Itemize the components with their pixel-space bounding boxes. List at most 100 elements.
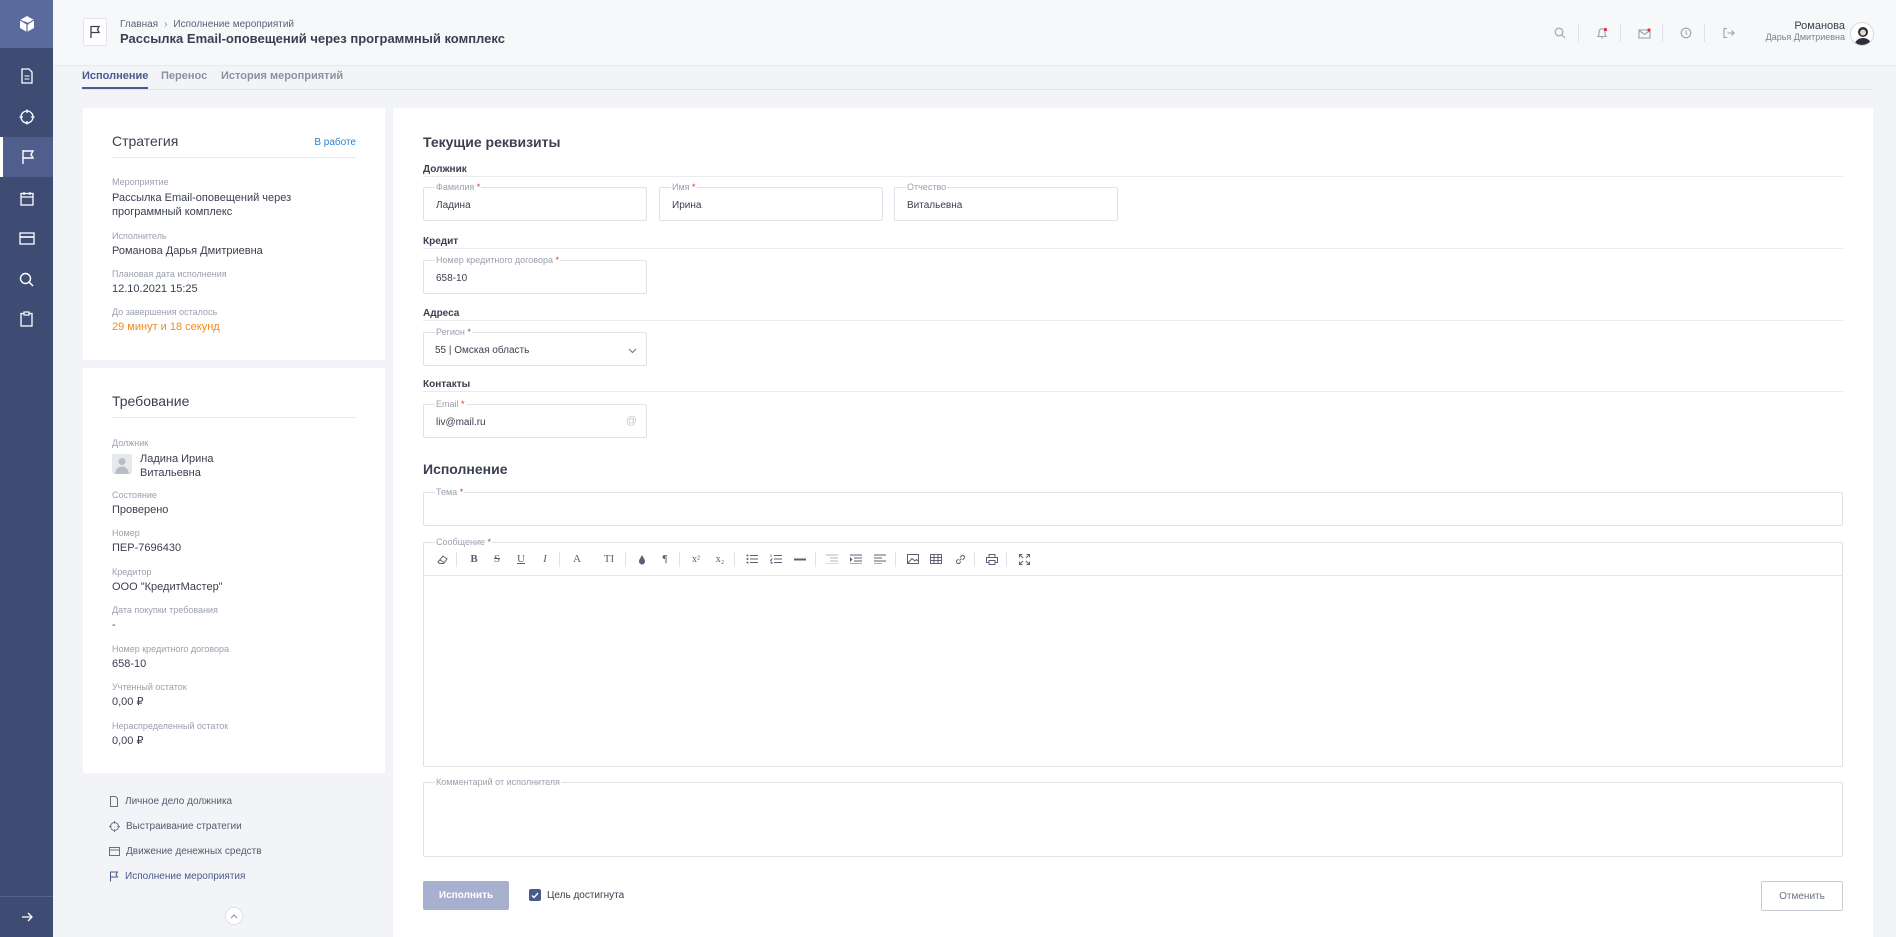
chevron-down-icon[interactable] bbox=[628, 345, 637, 357]
document-icon bbox=[110, 796, 118, 807]
subject-label: Тема bbox=[436, 487, 458, 497]
bold-icon[interactable]: B bbox=[465, 551, 483, 567]
goal-achieved-checkbox[interactable]: Цель достигнута bbox=[529, 889, 624, 901]
planned-date-value: 12.10.2021 15:25 bbox=[112, 283, 198, 295]
accounted-label: Учтенный остаток bbox=[112, 682, 187, 692]
patronymic-field[interactable]: Отчество Витальевна bbox=[894, 182, 1118, 221]
eraser-icon[interactable] bbox=[433, 551, 451, 567]
divider bbox=[423, 248, 1843, 249]
undistributed-label: Нераспределенный остаток bbox=[112, 721, 229, 731]
print-icon[interactable] bbox=[983, 551, 1001, 567]
event-value-line2: программный комплекс bbox=[112, 206, 233, 218]
strikethrough-icon[interactable]: S bbox=[488, 551, 506, 567]
subject-field[interactable]: Тема * bbox=[423, 487, 1843, 526]
credit-section-title: Кредит bbox=[423, 236, 459, 247]
region-label: Регион bbox=[436, 327, 465, 337]
help-icon[interactable] bbox=[1675, 22, 1697, 44]
image-icon[interactable] bbox=[904, 551, 922, 567]
nav-calendar[interactable] bbox=[0, 178, 53, 218]
surname-value: Ладина bbox=[436, 200, 471, 211]
numbered-list-icon[interactable] bbox=[767, 551, 785, 567]
page-tabs: Исполнение Перенос История мероприятий bbox=[82, 66, 1872, 90]
align-icon[interactable] bbox=[871, 551, 889, 567]
nav-search[interactable] bbox=[0, 259, 53, 299]
flag-icon bbox=[22, 150, 35, 164]
editor-toolbar: B S U I A TI ¶ x² x₂ bbox=[424, 543, 1842, 576]
name-field[interactable]: Имя * Ирина bbox=[659, 182, 883, 221]
link-icon[interactable] bbox=[951, 551, 969, 567]
message-editor[interactable]: Сообщение * B S U I A TI ¶ x² x₂ bbox=[423, 537, 1843, 767]
user-fullname: Дарья Дмитриевна bbox=[1765, 32, 1845, 42]
executor-label: Исполнитель bbox=[112, 231, 167, 241]
clipboard-icon bbox=[20, 311, 33, 327]
page-flag-icon bbox=[83, 18, 107, 46]
tab-execution[interactable]: Исполнение bbox=[82, 70, 149, 89]
collapse-panel-button[interactable] bbox=[225, 907, 243, 925]
name-value: Ирина bbox=[672, 200, 702, 211]
link-debtor-file[interactable]: Личное дело должника bbox=[109, 796, 232, 807]
state-label: Состояние bbox=[112, 490, 157, 500]
debtor-name-line2[interactable]: Витальевна bbox=[140, 466, 201, 480]
email-field[interactable]: Email * liv@mail.ru @ bbox=[423, 399, 647, 438]
planned-date-label: Плановая дата исполнения bbox=[112, 269, 227, 279]
debtor-name-line1[interactable]: Ладина Ирина bbox=[140, 452, 214, 466]
nav-documents[interactable] bbox=[0, 56, 53, 96]
tab-transfer[interactable]: Перенос bbox=[161, 70, 207, 82]
nav-strategy[interactable] bbox=[0, 97, 53, 137]
accounted-value: 0,00 ₽ bbox=[112, 696, 144, 708]
link-strategy-building[interactable]: Выстраивание стратегии bbox=[109, 821, 242, 832]
checkbox-checked-icon[interactable] bbox=[529, 889, 541, 901]
patronymic-label: Отчество bbox=[906, 182, 948, 192]
target-icon bbox=[19, 109, 34, 125]
link-cash-flow[interactable]: Движение денежных средств bbox=[109, 846, 262, 857]
purchase-date-value: - bbox=[112, 619, 116, 631]
link-event-execution[interactable]: Исполнение мероприятия bbox=[109, 871, 245, 882]
divider bbox=[112, 417, 356, 418]
indent-icon[interactable] bbox=[847, 551, 865, 567]
left-rail bbox=[0, 0, 53, 937]
logout-icon[interactable] bbox=[1717, 22, 1739, 44]
breadcrumb-events[interactable]: Исполнение мероприятий bbox=[173, 19, 294, 30]
user-avatar[interactable] bbox=[1850, 22, 1874, 46]
nav-tasks[interactable] bbox=[0, 299, 53, 339]
surname-field[interactable]: Фамилия * Ладина bbox=[423, 182, 647, 221]
tab-events-history[interactable]: История мероприятий bbox=[221, 70, 343, 82]
execute-button[interactable]: Исполнить bbox=[423, 881, 509, 910]
breadcrumb-separator-icon: › bbox=[164, 19, 168, 30]
outdent-icon[interactable] bbox=[823, 551, 841, 567]
creditor-value: ООО "КредитМастер" bbox=[112, 581, 223, 593]
paragraph-icon[interactable]: ¶ bbox=[656, 551, 674, 567]
fullscreen-icon[interactable] bbox=[1015, 551, 1033, 567]
horizontal-rule-icon[interactable] bbox=[791, 551, 809, 567]
debtor-avatar bbox=[112, 454, 132, 474]
executor-comment-field[interactable]: Комментарий от исполнителя bbox=[423, 777, 1843, 857]
messages-mail-icon[interactable] bbox=[1633, 22, 1655, 44]
cancel-button[interactable]: Отменить bbox=[1761, 881, 1843, 911]
expand-rail-button[interactable] bbox=[0, 896, 53, 937]
color-drop-icon[interactable] bbox=[633, 551, 651, 567]
nav-payments[interactable] bbox=[0, 218, 53, 258]
contract-label: Номер кредитного договора bbox=[112, 644, 229, 654]
notifications-bell-icon[interactable] bbox=[1591, 22, 1613, 44]
contract-number-value: 658-10 bbox=[436, 273, 468, 284]
surname-label: Фамилия bbox=[436, 182, 475, 192]
underline-icon[interactable]: U bbox=[512, 551, 530, 567]
italic-icon[interactable]: I bbox=[536, 551, 554, 567]
region-select[interactable]: Регион * 55 | Омская область bbox=[423, 327, 647, 366]
breadcrumb-home[interactable]: Главная bbox=[120, 19, 158, 30]
app-logo[interactable] bbox=[0, 0, 53, 48]
header-search-icon[interactable] bbox=[1549, 22, 1571, 44]
font-icon[interactable]: A bbox=[568, 551, 586, 567]
bullet-list-icon[interactable] bbox=[743, 551, 761, 567]
email-label: Email bbox=[436, 399, 459, 409]
superscript-icon[interactable]: x² bbox=[687, 551, 705, 567]
subscript-icon[interactable]: x₂ bbox=[711, 551, 729, 567]
creditor-label: Кредитор bbox=[112, 567, 152, 577]
breadcrumb: Главная › Исполнение мероприятий bbox=[120, 19, 294, 30]
font-size-icon[interactable]: TI bbox=[600, 551, 618, 567]
nav-events[interactable] bbox=[0, 137, 53, 177]
number-label: Номер bbox=[112, 528, 140, 538]
contract-number-field[interactable]: Номер кредитного договора * 658-10 bbox=[423, 255, 647, 294]
table-icon[interactable] bbox=[927, 551, 945, 567]
user-surname: Романова bbox=[1794, 20, 1845, 32]
